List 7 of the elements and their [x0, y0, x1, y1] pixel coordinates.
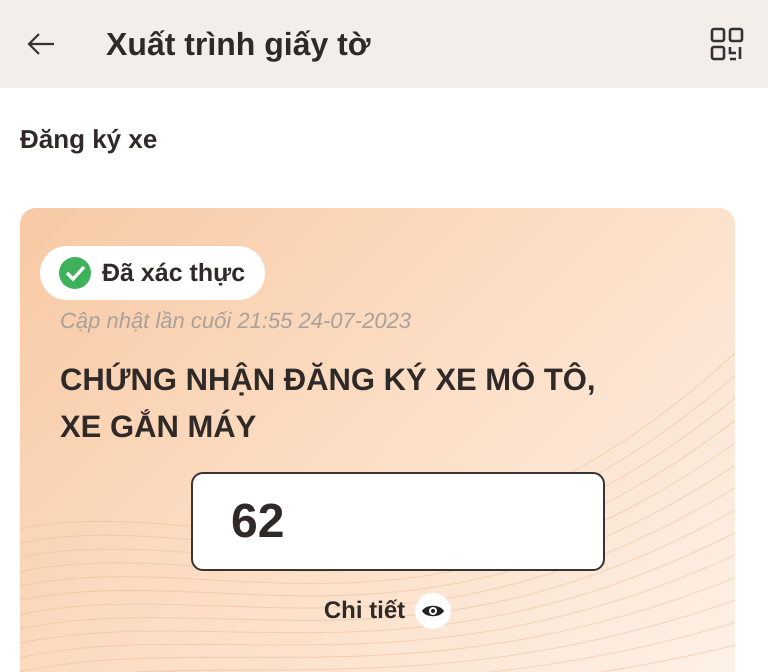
- page-title: Xuất trình giấy tờ: [106, 26, 372, 62]
- plate-number: 62: [231, 494, 284, 549]
- document-title: CHỨNG NHẬN ĐĂNG KÝ XE MÔ TÔ, XE GẮN MÁY: [60, 361, 597, 446]
- last-updated-text: Cập nhật lần cuối 21:55 24-07-2023: [60, 308, 412, 334]
- badge-label: Đã xác thực: [102, 258, 246, 288]
- section-title: Đăng ký xe: [19, 123, 158, 156]
- details-link[interactable]: Chi tiết: [324, 597, 406, 625]
